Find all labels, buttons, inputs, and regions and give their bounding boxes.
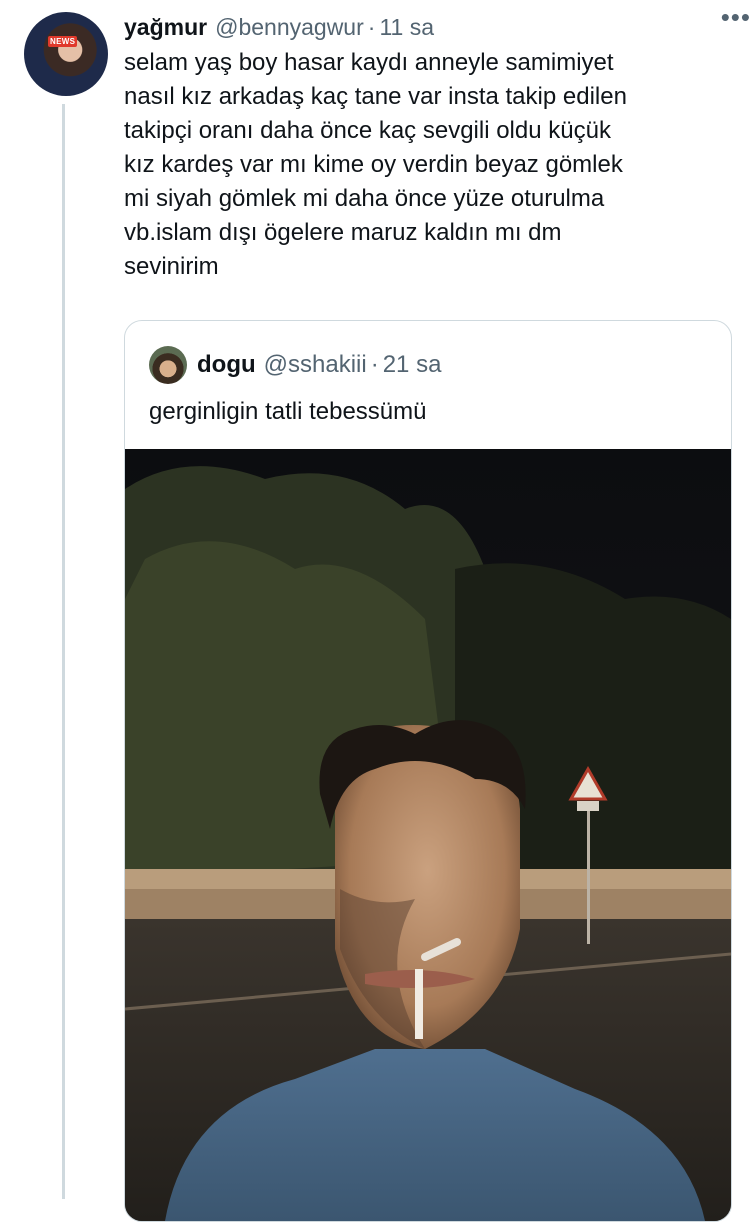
- tweet-timestamp[interactable]: 11 sa: [379, 14, 434, 41]
- tweet-header: yağmur @bennyagwur · 11 sa: [124, 10, 733, 44]
- quoted-tweet-photo[interactable]: [125, 449, 731, 1221]
- quoted-tweet-timestamp[interactable]: 21 sa: [383, 351, 442, 379]
- tweet-avatar[interactable]: NEWS: [24, 12, 108, 96]
- quoted-author-handle[interactable]: @sshakiii: [264, 351, 367, 379]
- avatar-news-badge: NEWS: [48, 36, 78, 47]
- photo-selfie-night: [125, 449, 731, 1221]
- quoted-tweet-header: dogu @sshakiii · 21 sa: [149, 345, 441, 385]
- quoted-tweet-text: gerginligin tatli tebessümü: [149, 398, 427, 425]
- author-name[interactable]: yağmur: [124, 14, 207, 41]
- quoted-tweet-card[interactable]: dogu @sshakiii · 21 sa gerginligin tatli…: [124, 320, 732, 1222]
- author-handle[interactable]: @bennyagwur: [215, 14, 364, 41]
- more-icon[interactable]: •••: [721, 2, 751, 33]
- header-separator: ·: [367, 13, 376, 40]
- quoted-author-name[interactable]: dogu: [197, 351, 256, 379]
- thread-line: [62, 104, 65, 1199]
- quoted-header-separator: ·: [370, 351, 379, 378]
- tweet-text: selam yaş boy hasar kaydı anneyle samimi…: [124, 49, 627, 280]
- quoted-author-avatar[interactable]: [149, 346, 187, 384]
